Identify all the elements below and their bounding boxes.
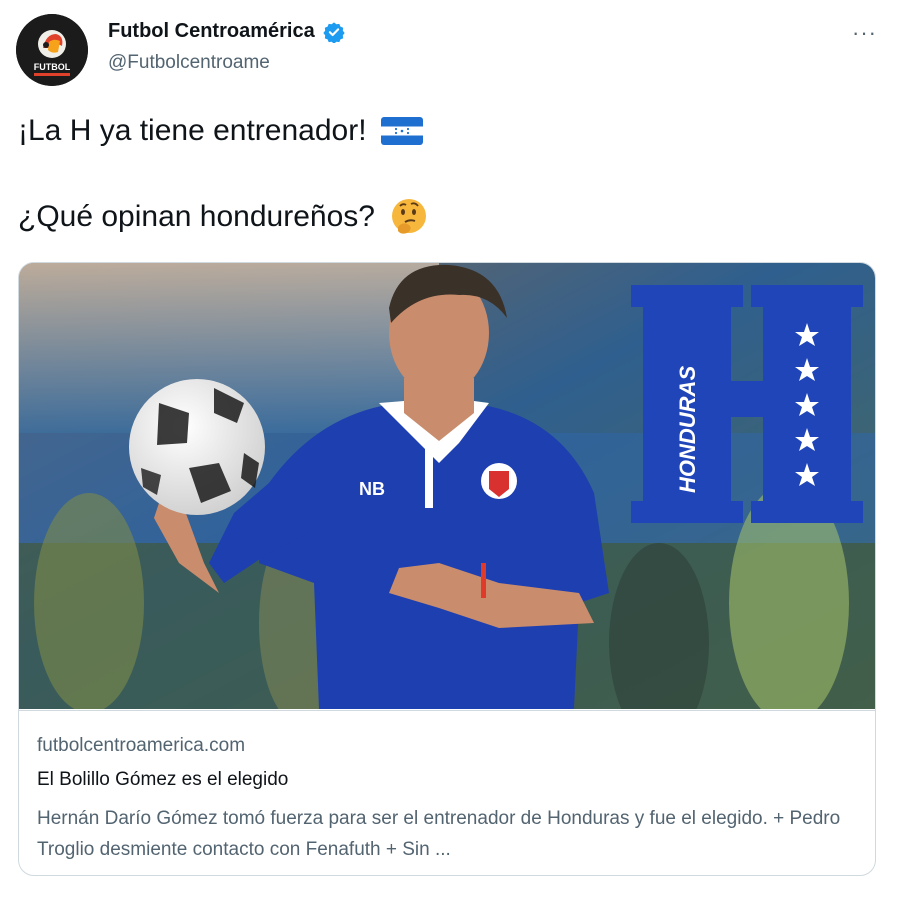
- card-description: Hernán Darío Gómez tomó fuerza para ser …: [37, 808, 841, 860]
- honduras-logo-text: HONDURAS: [675, 366, 700, 493]
- avatar-text: FUTBOL: [34, 62, 71, 72]
- display-name[interactable]: Futbol Centroamérica: [108, 20, 315, 43]
- card-image[interactable]: HONDURAS NB: [19, 263, 875, 743]
- honduras-flag-icon: [380, 117, 423, 145]
- tweet[interactable]: FUTBOL Futbol Centroamérica @Futbolcentr…: [0, 0, 907, 900]
- tweet-text-2: ¿Qué opinan hondureños?: [18, 200, 375, 233]
- author-name-row[interactable]: Futbol Centroamérica: [108, 20, 345, 44]
- card-body[interactable]: futbolcentroamerica.com El Bolillo Gómez…: [19, 710, 875, 875]
- card-title: El Bolillo Gómez es el elegido: [37, 769, 289, 790]
- svg-text:NB: NB: [359, 479, 385, 499]
- thinking-face-icon: [389, 197, 429, 237]
- football-ball: [129, 379, 265, 515]
- tweet-text-line-1: ¡La H ya tiene entrenador!: [18, 114, 423, 148]
- tweet-text-line-2: ¿Qué opinan hondureños?: [18, 197, 429, 237]
- verified-badge-icon: [323, 21, 345, 44]
- avatar-logo-icon: FUTBOL: [16, 14, 88, 86]
- link-preview-card[interactable]: HONDURAS NB futbolcentroamerica.com El B…: [18, 262, 876, 876]
- more-options-button[interactable]: ···: [852, 20, 877, 46]
- author-handle[interactable]: @Futbolcentroame: [108, 52, 270, 74]
- avatar[interactable]: FUTBOL: [16, 14, 88, 86]
- tweet-text-1: ¡La H ya tiene entrenador!: [18, 114, 367, 147]
- card-domain: futbolcentroamerica.com: [37, 735, 246, 756]
